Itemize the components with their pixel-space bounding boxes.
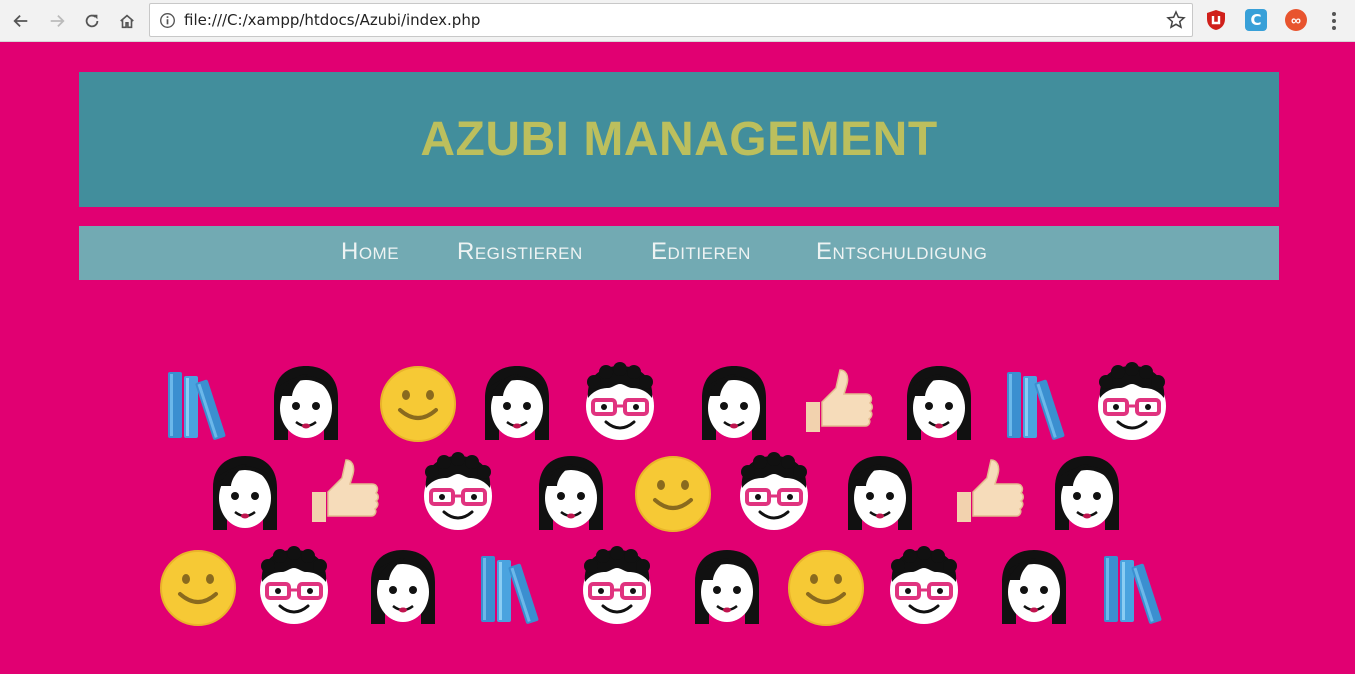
star-icon[interactable] — [1166, 10, 1186, 30]
girl-face-icon — [266, 362, 346, 442]
nav-item-registieren[interactable]: Registieren — [457, 238, 583, 266]
site-header: AZUBI MANAGEMENT — [79, 72, 1279, 207]
boy-glasses-face-icon — [1092, 362, 1172, 442]
address-bar[interactable]: file:///C:/xampp/htdocs/Azubi/index.php — [149, 3, 1193, 37]
books-icon — [475, 546, 555, 626]
thumbs-up-icon — [951, 452, 1031, 532]
boy-glasses-face-icon — [418, 452, 498, 532]
boy-glasses-face-icon — [884, 546, 964, 626]
home-icon[interactable] — [114, 8, 140, 34]
books-icon — [1098, 546, 1178, 626]
smiley-icon — [158, 546, 238, 626]
info-icon[interactable] — [159, 12, 176, 29]
thumbs-up-icon — [800, 362, 880, 442]
browser-toolbar: file:///C:/xampp/htdocs/Azubi/index.php … — [0, 0, 1355, 42]
extension-c-icon[interactable]: C — [1245, 9, 1267, 31]
reload-icon[interactable] — [79, 8, 105, 34]
main-nav: Home Registieren Editieren Entschuldigun… — [79, 226, 1279, 280]
address-url[interactable]: file:///C:/xampp/htdocs/Azubi/index.php — [184, 11, 480, 29]
forward-icon[interactable] — [44, 8, 70, 34]
nav-item-editieren[interactable]: Editieren — [651, 238, 751, 266]
girl-face-icon — [531, 452, 611, 532]
boy-glasses-face-icon — [254, 546, 334, 626]
site-title: AZUBI MANAGEMENT — [420, 113, 938, 166]
smiley-icon — [786, 546, 866, 626]
smiley-icon — [633, 452, 713, 532]
girl-face-icon — [363, 546, 443, 626]
thumbs-up-icon — [306, 452, 386, 532]
books-icon — [1001, 362, 1081, 442]
girl-face-icon — [687, 546, 767, 626]
nav-item-entschuldigung[interactable]: Entschuldigung — [816, 238, 987, 266]
extension-infinity-icon[interactable]: ∞ — [1285, 9, 1307, 31]
girl-face-icon — [994, 546, 1074, 626]
boy-glasses-face-icon — [734, 452, 814, 532]
books-icon — [162, 362, 242, 442]
smiley-icon — [378, 362, 458, 442]
ublock-icon[interactable] — [1205, 9, 1227, 31]
boy-glasses-face-icon — [580, 362, 660, 442]
girl-face-icon — [899, 362, 979, 442]
boy-glasses-face-icon — [577, 546, 657, 626]
back-icon[interactable] — [8, 8, 34, 34]
girl-face-icon — [840, 452, 920, 532]
girl-face-icon — [205, 452, 285, 532]
girl-face-icon — [477, 362, 557, 442]
girl-face-icon — [1047, 452, 1127, 532]
menu-dots-icon[interactable] — [1326, 10, 1342, 32]
girl-face-icon — [694, 362, 774, 442]
nav-item-home[interactable]: Home — [341, 238, 399, 266]
